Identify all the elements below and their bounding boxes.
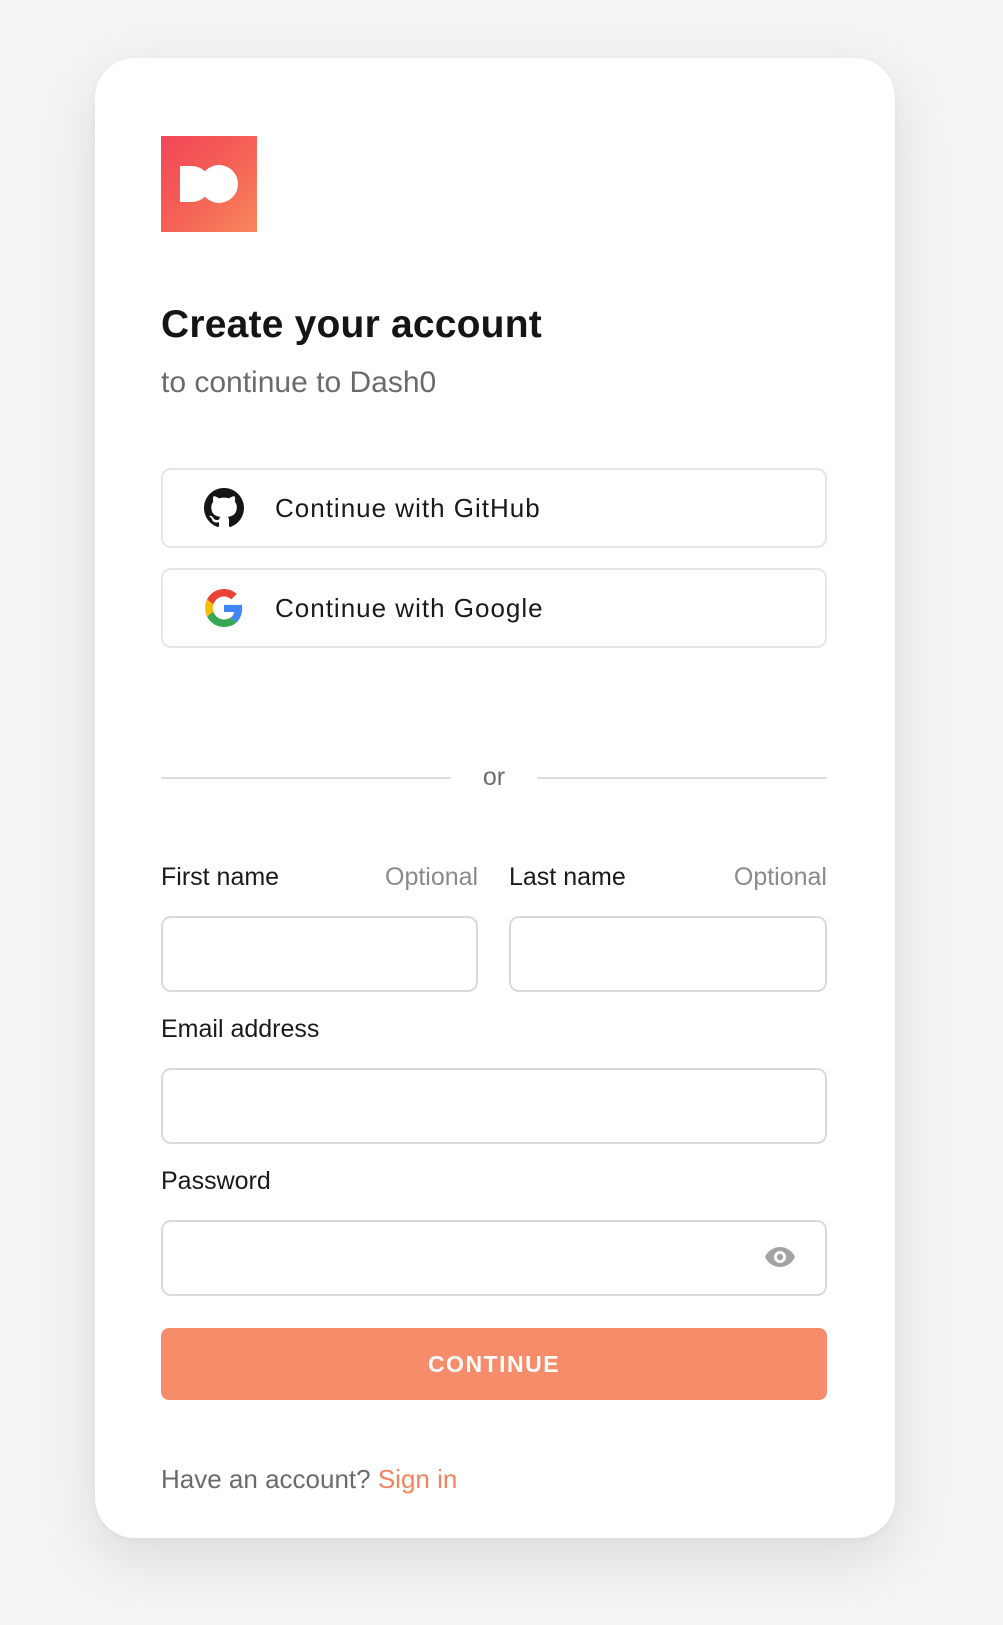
- first-name-optional: Optional: [385, 863, 479, 891]
- google-button-label: Continue with Google: [275, 592, 544, 623]
- email-label: Email address: [161, 1015, 320, 1043]
- signup-card: Create your account to continue to Dash0…: [95, 58, 895, 1538]
- eye-icon[interactable]: [763, 1240, 797, 1274]
- first-name-input[interactable]: [161, 916, 478, 992]
- password-label: Password: [161, 1167, 271, 1195]
- github-button-label: Continue with GitHub: [275, 492, 541, 523]
- google-icon: [203, 587, 245, 629]
- email-input[interactable]: [161, 1068, 827, 1144]
- page-subtitle: to continue to Dash0: [161, 366, 437, 399]
- dash0-logo: [161, 136, 257, 232]
- dash0-logo-mark: [180, 165, 238, 203]
- last-name-input[interactable]: [509, 916, 827, 992]
- signin-link[interactable]: Sign in: [378, 1464, 458, 1494]
- signin-prompt-text: Have an account?: [161, 1464, 371, 1494]
- google-signin-button[interactable]: Continue with Google: [161, 568, 827, 648]
- page-title: Create your account: [161, 303, 542, 346]
- github-icon: [203, 487, 245, 529]
- first-name-label: First name: [161, 863, 280, 891]
- divider-line-right: [537, 777, 827, 779]
- password-input[interactable]: [161, 1220, 827, 1296]
- or-divider: or: [161, 763, 827, 793]
- continue-button[interactable]: CONTINUE: [161, 1328, 827, 1400]
- last-name-label: Last name: [509, 863, 626, 891]
- last-name-optional: Optional: [733, 863, 827, 891]
- signin-prompt: Have an account? Sign in: [161, 1464, 457, 1495]
- github-signin-button[interactable]: Continue with GitHub: [161, 468, 827, 548]
